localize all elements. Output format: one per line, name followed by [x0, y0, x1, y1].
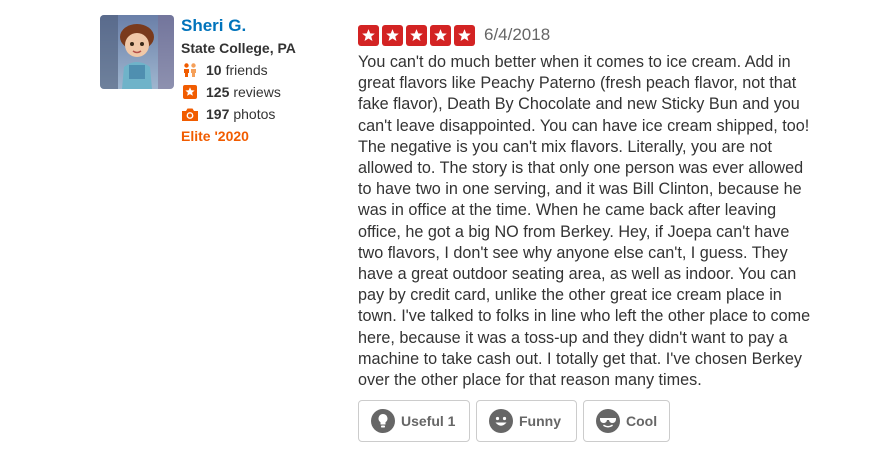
- sunglasses-icon: [596, 409, 620, 433]
- rating-star-icon: [430, 24, 451, 46]
- reviews-label: reviews: [233, 84, 281, 100]
- photos-label: photos: [233, 106, 276, 122]
- review: 6/4/2018 You can't do much better when i…: [358, 23, 842, 391]
- reviews-stat: 125 reviews: [181, 83, 296, 101]
- user-location: State College, PA: [181, 40, 296, 56]
- photos-stat: 197 photos: [181, 105, 296, 123]
- useful-label: Useful 1: [401, 413, 456, 429]
- rating-star-icon: [382, 24, 403, 46]
- review-date: 6/4/2018: [484, 25, 551, 44]
- camera-icon: [181, 106, 199, 122]
- cool-label: Cool: [626, 413, 658, 429]
- star-icon: [181, 84, 199, 100]
- rating-star-icon: [358, 24, 379, 46]
- useful-button[interactable]: Useful 1: [358, 400, 470, 442]
- funny-label: Funny: [519, 413, 561, 429]
- smiley-icon: [489, 409, 513, 433]
- reviews-count: 125: [206, 84, 230, 100]
- user-avatar[interactable]: [100, 15, 174, 89]
- rating-star-icon: [454, 24, 475, 46]
- elite-badge[interactable]: Elite '2020: [181, 127, 296, 145]
- star-rating: [358, 24, 478, 46]
- friends-count: 10: [206, 62, 222, 78]
- review-text: You can't do much better when it comes t…: [358, 53, 811, 390]
- funny-button[interactable]: Funny: [476, 400, 577, 442]
- user-info: Sheri G. State College, PA 10 friends 12…: [181, 16, 296, 145]
- friends-stat: 10 friends: [181, 61, 296, 79]
- rating-row: 6/4/2018: [358, 23, 842, 47]
- lightbulb-icon: [371, 409, 395, 433]
- rating-star-icon: [406, 24, 427, 46]
- cool-button[interactable]: Cool: [583, 400, 670, 442]
- user-name-link[interactable]: Sheri G.: [181, 16, 296, 36]
- friends-label: friends: [225, 62, 268, 78]
- vote-buttons: Useful 1 Funny Cool: [358, 400, 676, 442]
- friends-icon: [181, 62, 199, 78]
- photos-count: 197: [206, 106, 230, 122]
